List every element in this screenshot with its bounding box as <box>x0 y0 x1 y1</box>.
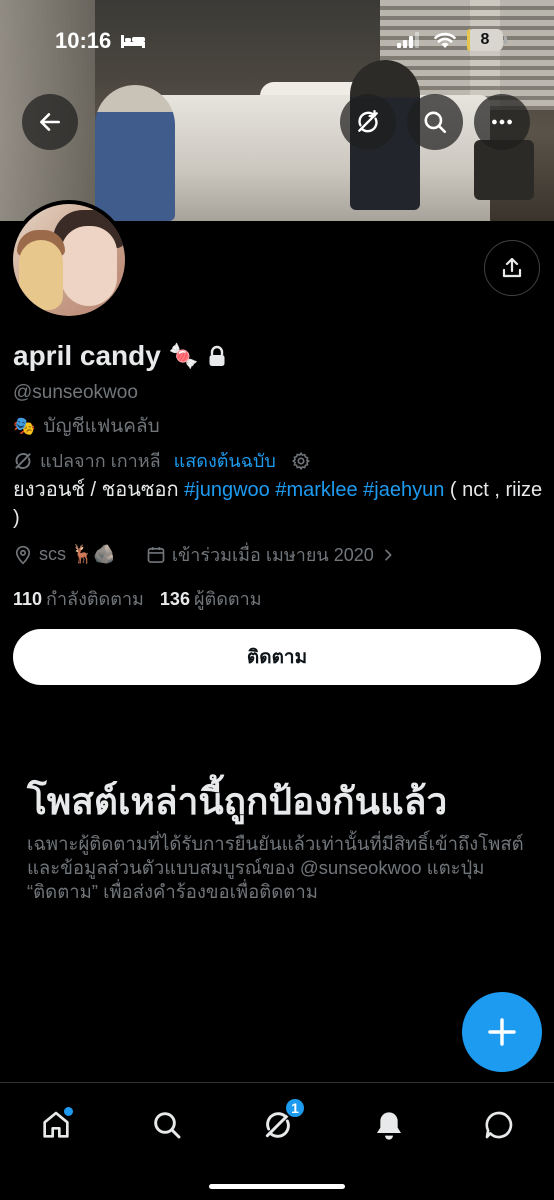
more-icon <box>492 119 512 125</box>
search-icon <box>424 111 447 134</box>
battery-level: 8 <box>480 31 490 48</box>
fanclub-label: 🎭 บัญชีแฟนคลับ <box>13 415 160 438</box>
back-button[interactable] <box>22 94 78 150</box>
tab-grok[interactable]: 1 <box>250 1097 306 1153</box>
cellular-signal-icon <box>397 32 419 48</box>
protected-posts-title: โพสต์เหล่านี้ถูกป้องกันแล้ว <box>27 781 448 822</box>
wifi-icon <box>434 32 456 48</box>
lock-icon <box>209 345 225 366</box>
show-original-link[interactable]: แสดงต้นฉบับ <box>174 446 276 475</box>
bottom-tab-bar: 1 <box>0 1082 554 1200</box>
display-name: april candy <box>13 340 161 371</box>
battery-icon: 8 <box>467 29 507 51</box>
joined-date: เข้าร่วมเมื่อ เมษายน 2020 <box>171 545 374 565</box>
chevron-right-icon[interactable] <box>380 547 396 563</box>
plus-icon <box>488 1018 516 1046</box>
bio-translation: แปลจาก เกาหลี แสดงต้นฉบับ <box>13 446 311 475</box>
status-bar: 10:16 8 <box>0 0 554 80</box>
follow-stats: 110 กำลังติดตาม 136 ผู้ติดตาม <box>13 584 262 613</box>
candy-emoji: 🍬 <box>168 342 199 370</box>
translate-icon <box>15 452 31 469</box>
hashtag-link[interactable]: #jungwoo <box>184 479 270 501</box>
status-time: 10:16 <box>55 28 112 53</box>
banner-person <box>95 85 175 221</box>
follow-button[interactable]: ติดตาม <box>13 629 541 685</box>
home-indicator <box>209 1184 345 1189</box>
sleep-focus-icon <box>121 35 145 48</box>
tab-home[interactable] <box>28 1097 84 1153</box>
compose-post-button[interactable] <box>462 992 542 1072</box>
translate-icon <box>358 109 378 133</box>
location-icon <box>15 545 31 565</box>
profile-handle: @sunseokwoo <box>13 382 138 403</box>
protected-posts-description: เฉพาะผู้ติดตามที่ได้รับการยืนยันแล้วเท่า… <box>27 833 524 902</box>
calendar-icon <box>147 546 165 563</box>
tab-explore[interactable] <box>139 1097 195 1153</box>
hashtag-link[interactable]: #marklee <box>275 479 357 501</box>
search-button[interactable] <box>407 94 463 150</box>
share-button[interactable] <box>484 240 540 296</box>
tab-notifications[interactable] <box>361 1097 417 1153</box>
search-icon <box>154 1112 181 1139</box>
tab-messages[interactable] <box>471 1097 527 1153</box>
avatar[interactable] <box>9 200 129 320</box>
gear-icon[interactable] <box>291 451 311 471</box>
share-icon <box>502 257 522 278</box>
bell-icon <box>377 1112 401 1140</box>
translate-button[interactable] <box>340 94 396 150</box>
hashtag-link[interactable]: #jaehyun <box>363 479 444 501</box>
followers-link[interactable]: 136 ผู้ติดตาม <box>160 584 262 613</box>
back-arrow-icon <box>40 113 60 131</box>
home-notification-dot <box>64 1107 73 1116</box>
profile-name: april candy 🍬 <box>13 340 227 372</box>
profile-bio: ยงวอนช์ / ชอนซอก #jungwoo #marklee #jaeh… <box>13 479 543 529</box>
profile-meta: scs 🦌🪨 เข้าร่วมเมื่อ เมษายน 2020 <box>13 540 396 569</box>
chat-bubble-icon <box>485 1111 513 1139</box>
location-text: scs 🦌🪨 <box>39 544 116 564</box>
more-button[interactable] <box>474 94 530 150</box>
grok-badge: 1 <box>284 1097 306 1119</box>
performing-arts-icon: 🎭 <box>13 415 36 436</box>
translated-from: แปลจาก เกาหลี <box>40 451 161 471</box>
following-link[interactable]: 110 กำลังติดตาม <box>13 584 144 613</box>
